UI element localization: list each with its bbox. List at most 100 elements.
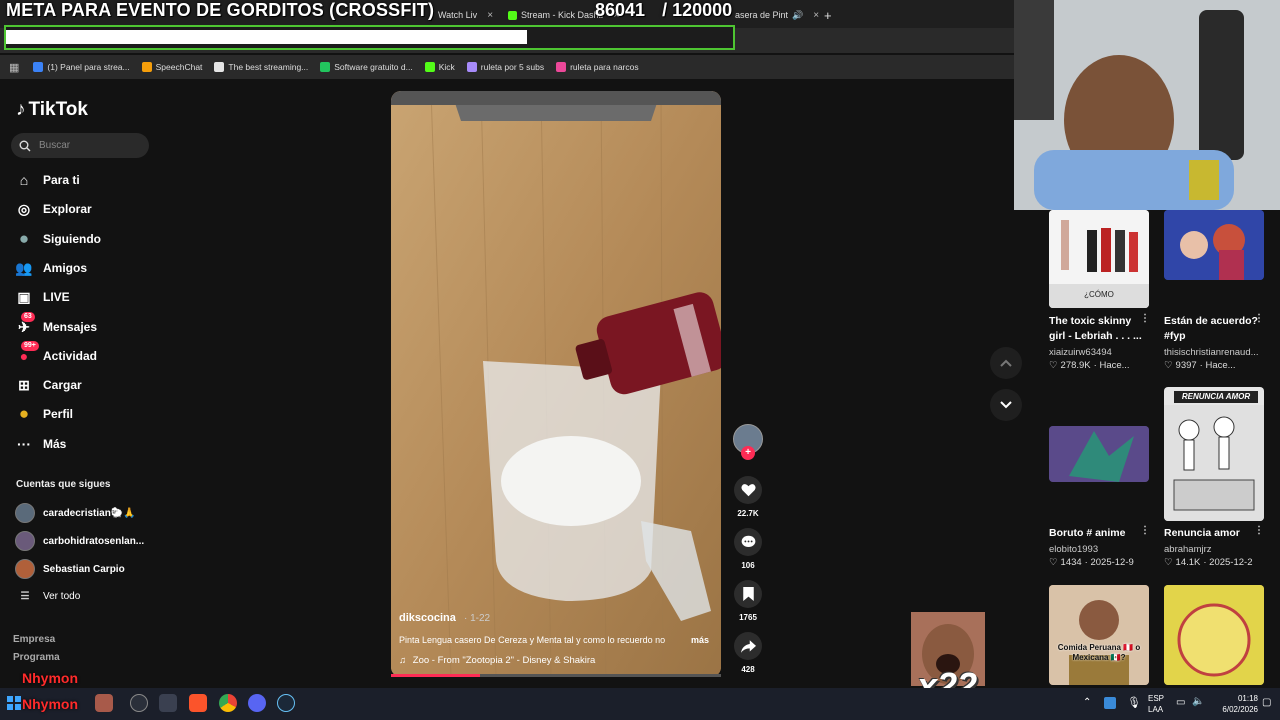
bookmark-item[interactable]: ruleta por 5 subs: [466, 62, 544, 72]
tray-chevron-up-icon[interactable]: ⌃: [1083, 697, 1091, 708]
nav-item-parati[interactable]: ⌂ Para ti: [15, 171, 80, 189]
webcam-overlay: [1014, 0, 1280, 210]
nav-item-perfil[interactable]: ● Perfil: [15, 404, 73, 423]
goal-separator: /: [662, 0, 668, 20]
following-account[interactable]: carbohidratosenlan...: [15, 531, 144, 551]
bookmark-item[interactable]: Kick: [424, 62, 455, 72]
speaker-icon[interactable]: 🔊: [792, 10, 803, 21]
brave-icon[interactable]: [189, 694, 207, 712]
discord-icon[interactable]: [248, 694, 266, 712]
video-more-button[interactable]: más: [691, 635, 709, 645]
suggestion-likes: 278.9K: [1060, 360, 1091, 371]
steam-icon[interactable]: [277, 694, 295, 712]
footer-link-empresa[interactable]: Empresa: [13, 634, 55, 645]
more-options-icon[interactable]: ⋮: [1254, 525, 1264, 536]
more-options-icon[interactable]: ⋮: [1254, 313, 1264, 324]
video-player[interactable]: [391, 91, 721, 677]
suggestion-thumbnail-5[interactable]: Comida Peruana 🇵🇪 o Mexicana 🇲🇽?: [1049, 585, 1149, 685]
like-button[interactable]: 22.7K: [733, 476, 763, 518]
keyboard-language[interactable]: ESP: [1148, 694, 1164, 703]
suggestion-thumbnail-1[interactable]: ¿CÓMO: [1049, 210, 1149, 308]
chevron-down-icon: [1000, 401, 1012, 409]
close-icon[interactable]: ×: [487, 10, 493, 21]
suggestion-user[interactable]: elobito1993: [1049, 544, 1098, 555]
see-all-button[interactable]: ☰ Ver todo: [15, 591, 81, 602]
windows-start-icon[interactable]: [7, 696, 21, 710]
more-options-icon[interactable]: ⋮: [1140, 313, 1150, 324]
next-video-button[interactable]: [990, 389, 1022, 421]
nav-item-actividad[interactable]: ● Actividad 99+: [15, 341, 97, 365]
search-input[interactable]: Buscar: [11, 133, 149, 158]
more-options-icon[interactable]: ⋮: [1140, 525, 1150, 536]
see-all-label: Ver todo: [43, 591, 81, 602]
new-tab-button[interactable]: +: [824, 4, 832, 26]
save-count: 1765: [739, 613, 757, 622]
save-button[interactable]: 1765: [733, 580, 763, 622]
compass-icon: ◎: [17, 200, 31, 217]
tab-tiktok[interactable]: asera de Pint 🔊 ×: [735, 4, 819, 26]
suggestion-title[interactable]: Boruto # anime: [1049, 526, 1144, 541]
tray-app-icon[interactable]: [1104, 697, 1116, 709]
chat-username-overlay-shadow: Nhymon: [22, 696, 78, 712]
suggestion-user[interactable]: abrahamjrz: [1164, 544, 1212, 555]
suggestion-thumbnail-3[interactable]: [1049, 426, 1149, 482]
nav-item-live[interactable]: ▣ LIVE: [15, 288, 69, 306]
heart-outline-icon: ♡: [1049, 360, 1058, 371]
nav-item-ms[interactable]: ··· Más: [15, 435, 66, 453]
bookmark-item[interactable]: Software gratuito d...: [320, 62, 413, 72]
thumbnail-caption: RENUNCIA AMOR: [1174, 391, 1258, 403]
author-avatar-button[interactable]: +: [733, 424, 763, 460]
following-account[interactable]: caradecristian🐑🙏: [15, 503, 136, 523]
close-icon[interactable]: ×: [813, 10, 819, 21]
tab-label: Stream - Kick Dashb: [521, 10, 604, 20]
obs-icon[interactable]: [130, 694, 148, 712]
keyboard-layout[interactable]: LAA: [1148, 705, 1163, 714]
suggestion-thumbnail-2[interactable]: [1164, 210, 1264, 280]
taskbar-app-icon[interactable]: [159, 694, 177, 712]
chrome-icon[interactable]: [219, 694, 237, 712]
nav-item-cargar[interactable]: ⊞ Cargar: [15, 376, 82, 394]
comment-count: 106: [741, 561, 755, 570]
following-account[interactable]: Sebastian Carpio: [15, 559, 125, 579]
bookmark-item[interactable]: SpeechChat: [141, 62, 202, 72]
notification-badge: 99+: [21, 341, 39, 351]
suggestion-user[interactable]: xiaizuirw63494: [1049, 347, 1112, 358]
bookmark-item[interactable]: The best streaming...: [214, 62, 308, 72]
account-name: Sebastian Carpio: [43, 563, 125, 575]
suggestion-thumbnail-6[interactable]: [1164, 585, 1264, 685]
clock-time[interactable]: 01:18: [1222, 694, 1258, 703]
previous-video-button[interactable]: [990, 347, 1022, 379]
avatar: [15, 503, 35, 523]
share-button[interactable]: 428: [733, 632, 763, 674]
suggestion-user[interactable]: thisischristianrenaud...: [1164, 347, 1259, 358]
microphone-icon[interactable]: 🎙: [1127, 696, 1141, 709]
tab-watch-live[interactable]: Watch Liv ×: [438, 4, 493, 26]
tiktok-logo[interactable]: ♪ TikTok: [16, 99, 88, 121]
suggestion-title[interactable]: Están de acuerdo? #fyp: [1164, 314, 1259, 344]
footer-link-programa[interactable]: Programa: [13, 652, 60, 663]
bookmark-favicon-icon: [424, 62, 435, 72]
music-note-icon: ♫: [399, 655, 407, 666]
bookmark-label: Software gratuito d...: [334, 62, 413, 72]
suggestion-meta: ♡ 1434 · 2025-12-9: [1049, 557, 1134, 568]
bookmark-item[interactable]: (1) Panel para strea...: [33, 62, 130, 72]
suggestion-thumbnail-4[interactable]: RENUNCIA AMOR: [1164, 387, 1264, 521]
nav-item-amigos[interactable]: 👥 Amigos: [15, 259, 87, 277]
apps-grid-icon[interactable]: ▦: [9, 61, 19, 74]
clock-date[interactable]: 6/02/2026: [1212, 705, 1258, 714]
suggestion-title[interactable]: Renuncia amor: [1164, 526, 1259, 541]
taskbar-app-icon[interactable]: [95, 694, 113, 712]
bookmark-item[interactable]: ruleta para narcos: [556, 62, 639, 72]
nav-item-siguiendo[interactable]: ● Siguiendo: [15, 229, 101, 248]
video-music[interactable]: ♫ Zoo - From "Zootopia 2" - Disney & Sha…: [399, 655, 595, 666]
nav-item-mensajes[interactable]: ✈ Mensajes 63: [15, 312, 97, 336]
notifications-icon[interactable]: ▢: [1262, 697, 1271, 708]
network-icon[interactable]: ▭: [1176, 697, 1185, 708]
suggestion-title[interactable]: The toxic skinny girl - Lebriah . . . ..…: [1049, 314, 1144, 344]
nav-item-explorar[interactable]: ◎ Explorar: [15, 200, 92, 218]
suggestion-meta: ♡ 278.9K · Hace...: [1049, 360, 1130, 371]
follow-plus-icon[interactable]: +: [741, 446, 755, 460]
volume-icon[interactable]: 🔈: [1192, 696, 1204, 707]
video-author[interactable]: dikscocina: [399, 612, 456, 624]
comment-button[interactable]: 106: [733, 528, 763, 570]
